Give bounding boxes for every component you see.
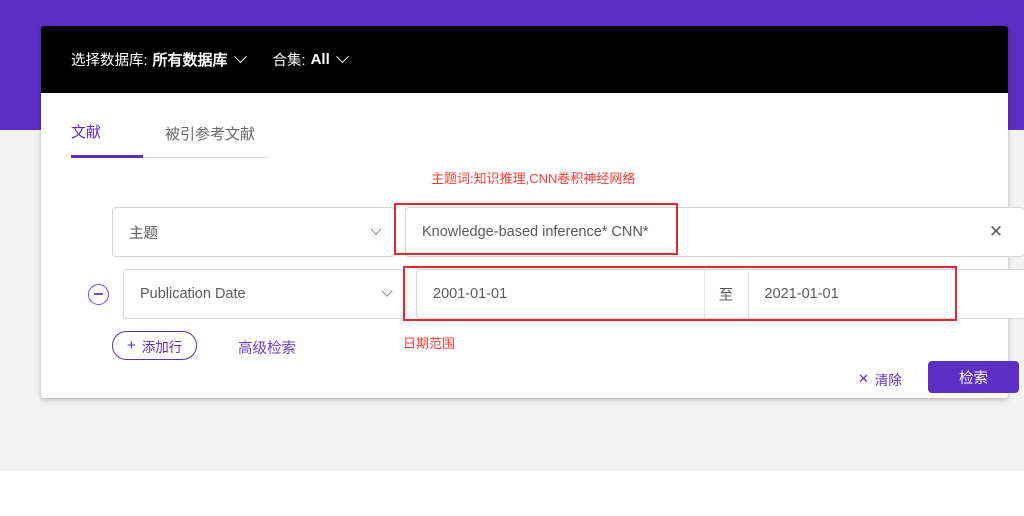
chevron-down-icon: [335, 50, 349, 64]
field-select-publication-date[interactable]: Publication Date: [123, 269, 406, 319]
advanced-search-link[interactable]: 高级检索: [238, 337, 296, 358]
database-value: 所有数据库: [152, 52, 228, 69]
add-row-button[interactable]: + 添加行: [112, 331, 198, 360]
search-row-topic: 主题 ✕: [112, 207, 1024, 257]
search-row-publication-date: Publication Date 至: [88, 269, 1024, 319]
clear-input-icon[interactable]: ✕: [968, 208, 1024, 256]
clear-label: 清除: [874, 373, 902, 388]
tab-cited-references[interactable]: 被引参考文献: [165, 123, 255, 157]
search-button[interactable]: 检索: [928, 361, 1019, 393]
date-range-separator: 至: [703, 270, 749, 318]
date-from-input[interactable]: [417, 270, 704, 318]
field-select-topic-label: 主题: [129, 225, 158, 242]
annotation-date-range: 日期范围: [403, 336, 456, 351]
annotation-topic-keywords: 主题词:知识推理,CNN卷积神经网络: [431, 171, 636, 186]
field-select-date-label: Publication Date: [140, 286, 246, 302]
collection-selector[interactable]: 合集: All: [272, 49, 349, 70]
collection-label: 合集:: [272, 53, 306, 69]
add-row-label: 添加行: [141, 339, 183, 355]
chevron-down-icon: [381, 285, 393, 297]
collection-value: All: [310, 51, 330, 68]
chevron-down-icon: [370, 223, 382, 235]
database-selector-header: 选择数据库: 所有数据库 合集: All: [41, 26, 1008, 93]
search-input-topic[interactable]: [406, 208, 968, 256]
date-to-input[interactable]: [748, 270, 1024, 318]
plus-icon: +: [127, 337, 136, 354]
field-select-topic[interactable]: 主题: [112, 207, 395, 257]
search-card: 选择数据库: 所有数据库 合集: All 文献 被引参考文献 主题词:知识推理,…: [41, 26, 1024, 398]
tab-documents[interactable]: 文献: [71, 121, 143, 158]
remove-row-icon[interactable]: [88, 283, 109, 305]
search-tabs: 文献 被引参考文献: [71, 121, 268, 158]
topic-query-shell: ✕: [405, 207, 1024, 257]
database-label: 选择数据库:: [71, 53, 148, 69]
clear-button[interactable]: ✕ 清除: [858, 369, 902, 389]
database-selector[interactable]: 选择数据库: 所有数据库: [71, 49, 247, 70]
page-footer: Changchun University of Science and Tech…: [0, 471, 1024, 516]
close-icon: ✕: [858, 371, 869, 386]
date-range-shell: 至: [416, 269, 1024, 319]
chevron-down-icon: [233, 50, 247, 64]
